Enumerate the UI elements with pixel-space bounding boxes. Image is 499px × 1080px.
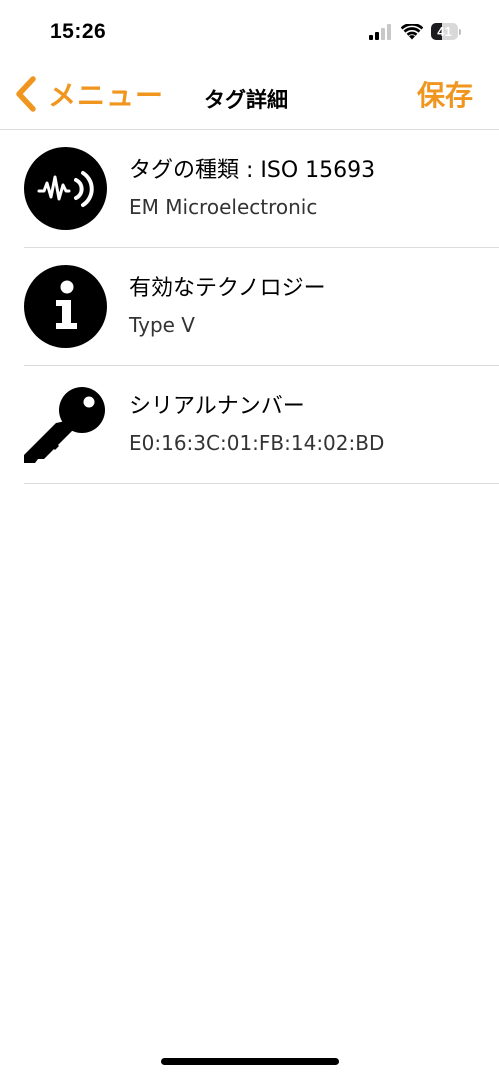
list-item-serial-number[interactable]: シリアルナンバー E0:16:3C:01:FB:14:02:BD	[24, 366, 499, 484]
row-title: シリアルナンバー	[129, 394, 305, 419]
status-bar: 15:26 41	[0, 0, 499, 62]
screen: 15:26 41 メニュー タグ詳細 保存 タグの種類: ISO 15693 …	[0, 0, 499, 1080]
row-text: 有効なテクノロジー Type V	[129, 274, 326, 338]
cellular-signal-icon	[369, 23, 391, 40]
row-text: シリアルナンバー E0:16:3C:01:FB:14:02:BD	[129, 392, 384, 456]
battery-level: 41	[437, 24, 452, 39]
battery-icon: 41	[431, 23, 461, 40]
nfc-signal-icon	[24, 147, 107, 230]
back-button[interactable]: メニュー	[14, 74, 164, 114]
wifi-icon	[401, 23, 423, 39]
row-text: タグの種類 : ISO 15693 EM Microelectronic	[129, 156, 375, 220]
list-item-technology[interactable]: 有効なテクノロジー Type V	[24, 248, 499, 366]
save-button[interactable]: 保存	[417, 74, 473, 114]
tag-detail-list: タグの種類 : ISO 15693 EM Microelectronic 有効な…	[0, 130, 499, 484]
navigation-bar: メニュー タグ詳細 保存	[0, 62, 499, 130]
page-title: タグ詳細	[204, 88, 288, 112]
home-indicator[interactable]	[161, 1058, 339, 1065]
list-item-tag-type[interactable]: タグの種類 : ISO 15693 EM Microelectronic	[24, 130, 499, 248]
back-button-label: メニュー	[48, 79, 165, 112]
row-title: タグの種類 : ISO 15693	[129, 158, 376, 183]
status-icons: 41	[369, 23, 461, 40]
row-subtitle: E0:16:3C:01:FB:14:02:BD	[129, 431, 385, 455]
key-icon	[24, 387, 105, 463]
info-icon	[24, 265, 107, 348]
row-title: 有効なテクノロジー	[129, 276, 326, 301]
status-time: 15:26	[50, 20, 107, 43]
row-subtitle: Type V	[129, 313, 195, 337]
row-subtitle: EM Microelectronic	[129, 195, 318, 219]
chevron-left-icon	[16, 76, 36, 112]
